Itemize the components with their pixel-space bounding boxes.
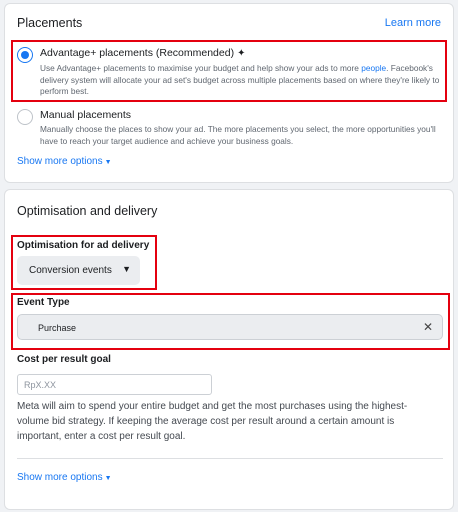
ad-delivery-label: Optimisation for ad delivery [17, 240, 150, 251]
section-divider [17, 458, 443, 459]
manual-placements-desc: Manually choose the places to show your … [40, 124, 436, 146]
caret-down-icon: ▼ [122, 264, 131, 274]
placements-card: Placements Learn more Advantage+ placeme… [4, 3, 454, 183]
caret-down-icon: ▼ [104, 159, 112, 166]
manual-placements-radio[interactable] [17, 109, 33, 125]
people-link[interactable]: people [361, 63, 386, 73]
event-type-label: Event Type [17, 297, 70, 308]
placements-title: Placements [17, 16, 83, 30]
advantage-desc-text-1: Use Advantage+ placements to maximise yo… [40, 63, 362, 73]
placements-show-more-label: Show more options [17, 156, 103, 167]
placements-show-more-button[interactable]: Show more options ▼ [17, 156, 112, 167]
cost-goal-input[interactable] [17, 374, 212, 395]
optimisation-show-more-button[interactable]: Show more options ▼ [17, 472, 112, 483]
sparkle-icon: ✦ [237, 48, 246, 59]
learn-more-link[interactable]: Learn more [385, 17, 441, 29]
optimisation-show-more-label: Show more options [17, 472, 103, 483]
cost-goal-help-text: Meta will aim to spend your entire budge… [17, 401, 408, 442]
manual-placements-label[interactable]: Manual placements [40, 109, 131, 121]
optimisation-card: Optimisation and delivery Optimisation f… [4, 189, 454, 510]
advantage-placements-option[interactable]: Advantage+ placements (Recommended) ✦ [40, 47, 245, 59]
ad-delivery-dropdown[interactable]: Conversion events ▼ [17, 256, 140, 285]
close-icon[interactable]: ✕ [423, 320, 433, 334]
caret-down-icon: ▼ [104, 475, 112, 482]
optimisation-title: Optimisation and delivery [17, 204, 158, 218]
advantage-placements-radio[interactable] [17, 47, 33, 63]
cost-goal-label: Cost per result goal [17, 354, 111, 365]
event-type-value: Purchase [38, 323, 77, 333]
advantage-placements-desc: Use Advantage+ placements to maximise yo… [40, 63, 440, 98]
event-type-select[interactable]: Purchase ✕ [17, 314, 443, 340]
ad-delivery-value: Conversion events [29, 265, 112, 276]
advantage-placements-label: Advantage+ placements (Recommended) [40, 47, 235, 59]
